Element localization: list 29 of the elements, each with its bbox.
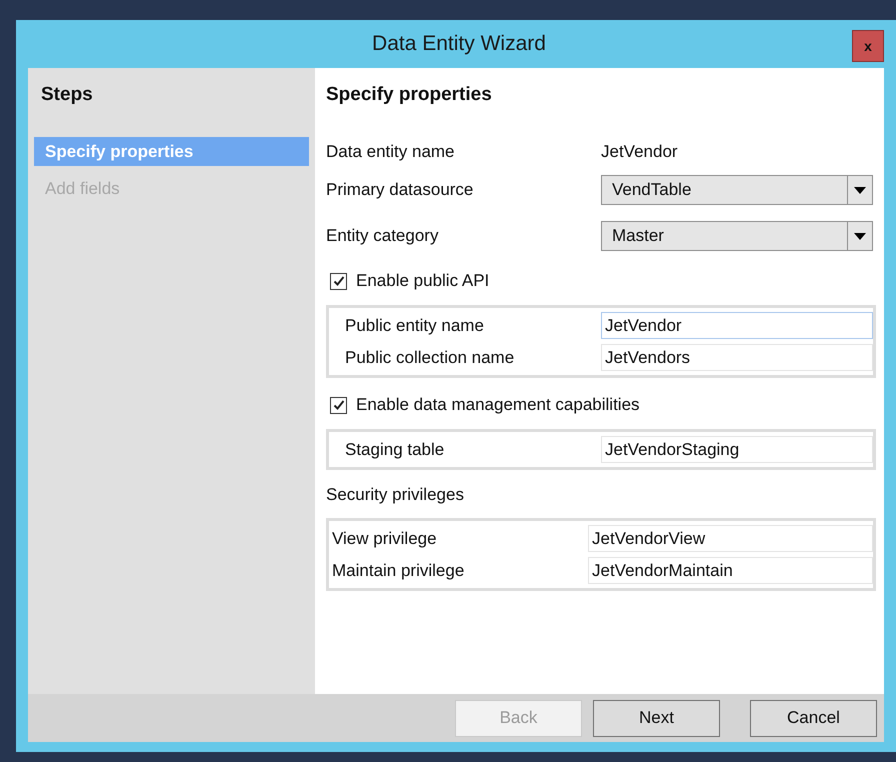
input-field[interactable]: JetVendors (601, 344, 873, 371)
checkbox[interactable] (330, 396, 347, 414)
checkbox[interactable] (330, 272, 347, 290)
input-field[interactable]: JetVendor (601, 312, 873, 339)
caret-icon (854, 232, 866, 240)
field-label: Staging table (344, 440, 446, 460)
field-label: Public collection name (344, 348, 516, 368)
window-title: Data Entity Wizard (372, 32, 546, 56)
section-label: Security privileges (326, 485, 465, 505)
wizard-button[interactable]: Next (593, 700, 720, 736)
input-field[interactable]: JetVendorMaintain (588, 557, 873, 584)
field-label: Data entity name (326, 142, 456, 162)
dropdown[interactable]: Master (601, 221, 873, 251)
checkbox-label: Enable public API (356, 271, 490, 291)
field-value: JetVendor (601, 142, 678, 162)
field-label: Primary datasource (326, 180, 474, 200)
close-button[interactable]: x (852, 30, 884, 62)
checkbox-label: Enable data management capabilities (356, 395, 640, 415)
field-label: Public entity name (344, 316, 485, 336)
field-label: Entity category (326, 226, 440, 246)
wizard-button[interactable]: Cancel (750, 700, 877, 736)
caret-icon (854, 186, 866, 194)
input-field[interactable]: JetVendorView (588, 525, 873, 552)
field-label: View privilege (331, 528, 438, 548)
input-field[interactable]: JetVendorStaging (601, 436, 873, 463)
field-label: Maintain privilege (331, 560, 466, 580)
dropdown[interactable]: VendTable (601, 175, 873, 205)
steps-heading: Steps (40, 83, 94, 107)
form-heading: Specify properties (326, 83, 493, 107)
